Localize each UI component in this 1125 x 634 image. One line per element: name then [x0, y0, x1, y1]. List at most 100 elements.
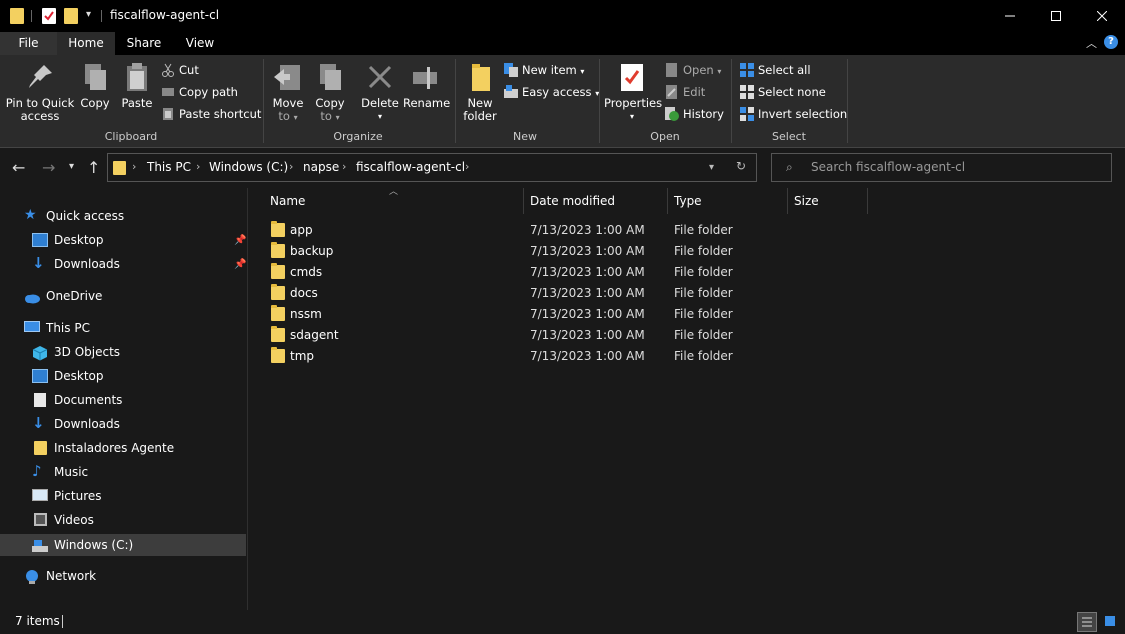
file-date: 7/13/2023 1:00 AM	[530, 244, 645, 258]
column-header-date-modified[interactable]: Date modified	[530, 194, 615, 208]
select-all-label: Select all	[758, 63, 811, 77]
tab-file[interactable]: File	[0, 32, 57, 55]
file-date: 7/13/2023 1:00 AM	[530, 286, 645, 300]
invert-selection-button[interactable]: Invert selection	[740, 105, 847, 123]
table-row[interactable]: docs 7/13/2023 1:00 AM File folder	[267, 283, 767, 304]
select-all-button[interactable]: Select all	[740, 61, 811, 79]
minimize-button[interactable]	[987, 0, 1033, 32]
invert-selection-icon	[740, 107, 754, 121]
file-date: 7/13/2023 1:00 AM	[530, 265, 645, 279]
chevron-right-icon[interactable]: ›	[342, 160, 346, 173]
minimize-icon	[1005, 15, 1015, 17]
properties-quick-icon[interactable]	[42, 8, 56, 24]
large-icons-view-button[interactable]	[1101, 612, 1121, 632]
column-header-size[interactable]: Size	[794, 194, 819, 208]
nav-label: Network	[46, 569, 97, 583]
forward-arrow-icon[interactable]: →	[42, 158, 55, 177]
customize-quick-access-icon[interactable]: ▾	[86, 9, 91, 20]
folder-icon	[271, 263, 285, 279]
new-item-icon	[504, 63, 518, 77]
tab-view[interactable]: View	[174, 32, 226, 55]
search-input[interactable]: ⌕ Search fiscalflow-agent-cl	[771, 153, 1112, 182]
paste-button[interactable]: Paste	[118, 61, 156, 110]
close-button[interactable]	[1079, 0, 1125, 32]
history-button[interactable]: History	[665, 105, 724, 123]
easy-access-button[interactable]: Easy access ▾	[504, 83, 599, 101]
chevron-right-icon[interactable]: ›	[196, 160, 200, 173]
help-icon[interactable]: ?	[1104, 35, 1118, 49]
column-header-name[interactable]: Name	[270, 194, 305, 208]
back-arrow-icon[interactable]: ←	[12, 158, 25, 177]
properties-label: Properties	[604, 96, 663, 110]
group-divider	[263, 59, 264, 143]
table-row[interactable]: sdagent 7/13/2023 1:00 AM File folder	[267, 325, 767, 346]
table-row[interactable]: backup 7/13/2023 1:00 AM File folder	[267, 241, 767, 262]
new-item-button[interactable]: New item ▾	[504, 61, 584, 79]
organize-group-label: Organize	[333, 130, 383, 143]
edit-icon	[665, 85, 679, 99]
open-button[interactable]: Open ▾	[665, 61, 721, 79]
table-row[interactable]: nssm 7/13/2023 1:00 AM File folder	[267, 304, 767, 325]
copy-to-button[interactable]: Copy to ▾	[312, 61, 348, 124]
copy-button[interactable]: Copy	[77, 61, 113, 110]
column-divider[interactable]	[523, 188, 524, 214]
desktop-icon	[32, 369, 48, 383]
chevron-right-icon[interactable]: ›	[289, 160, 293, 173]
column-divider[interactable]	[667, 188, 668, 214]
clipboard-icon	[121, 61, 153, 93]
table-row[interactable]: app 7/13/2023 1:00 AM File folder	[267, 220, 767, 241]
breadcrumb-napse[interactable]: napse	[303, 160, 339, 174]
file-name: cmds	[290, 265, 323, 279]
breadcrumb-this-pc[interactable]: This PC	[147, 160, 191, 174]
copy-path-button[interactable]: Copy path	[161, 83, 238, 101]
column-divider[interactable]	[787, 188, 788, 214]
minimize-ribbon-icon[interactable]: ︿	[1086, 35, 1097, 51]
ribbon: Pin to Quick access Copy Paste Cut Copy …	[0, 55, 1125, 148]
download-icon: ↓	[32, 254, 45, 272]
up-arrow-icon[interactable]: ↑	[87, 158, 100, 177]
column-header-type[interactable]: Type	[674, 194, 702, 208]
folder-icon	[271, 284, 285, 300]
new-folder-quick-icon[interactable]	[64, 8, 78, 24]
tab-home[interactable]: Home	[57, 32, 115, 55]
address-bar[interactable]: › This PC › Windows (C:) › napse › fisca…	[107, 153, 757, 182]
nav-label: Desktop	[54, 233, 104, 247]
copy-path-icon	[161, 85, 175, 99]
breadcrumb-windows-c[interactable]: Windows (C:)	[209, 160, 288, 174]
divider	[31, 10, 32, 22]
paste-shortcut-button[interactable]: Paste shortcut	[161, 105, 261, 123]
properties-button[interactable]: Properties ▾	[604, 61, 663, 123]
breadcrumb-fiscalflow-agent-cl[interactable]: fiscalflow-agent-cl	[356, 160, 465, 174]
table-row[interactable]: tmp 7/13/2023 1:00 AM File folder	[267, 346, 767, 367]
move-to-button[interactable]: Move to ▾	[270, 61, 306, 124]
nav-label: Music	[54, 465, 89, 479]
pin-icon: 📌	[234, 259, 247, 270]
folder-icon	[271, 347, 285, 363]
maximize-button[interactable]	[1033, 0, 1079, 32]
refresh-icon[interactable]: ↻	[736, 159, 746, 173]
copy-label: Copy	[80, 96, 110, 110]
download-icon: ↓	[32, 414, 45, 432]
chevron-right-icon[interactable]: ›	[132, 160, 136, 173]
chevron-right-icon[interactable]: ›	[465, 160, 469, 173]
edit-label: Edit	[683, 85, 706, 99]
select-none-button[interactable]: Select none	[740, 83, 826, 101]
table-row[interactable]: cmds 7/13/2023 1:00 AM File folder	[267, 262, 767, 283]
recent-locations-icon[interactable]: ▾	[69, 161, 74, 172]
column-divider[interactable]	[867, 188, 868, 214]
pin-to-quick-access-button[interactable]: Pin to Quick access	[5, 61, 75, 123]
file-type: File folder	[674, 328, 733, 342]
cut-button[interactable]: Cut	[161, 61, 199, 79]
file-list: ︿ Name Date modified Type Size app 7/13/…	[249, 187, 1125, 610]
file-type: File folder	[674, 244, 733, 258]
easy-access-icon	[504, 85, 518, 99]
file-type: File folder	[674, 265, 733, 279]
address-dropdown-icon[interactable]: ▾	[709, 162, 714, 173]
details-view-button[interactable]	[1077, 612, 1097, 632]
select-none-label: Select none	[758, 85, 826, 99]
rename-button[interactable]: Rename	[403, 61, 450, 110]
edit-button[interactable]: Edit	[665, 83, 705, 101]
delete-button[interactable]: Delete ▾	[361, 61, 399, 123]
tab-share[interactable]: Share	[118, 32, 170, 55]
new-folder-button[interactable]: New folder	[461, 61, 499, 123]
